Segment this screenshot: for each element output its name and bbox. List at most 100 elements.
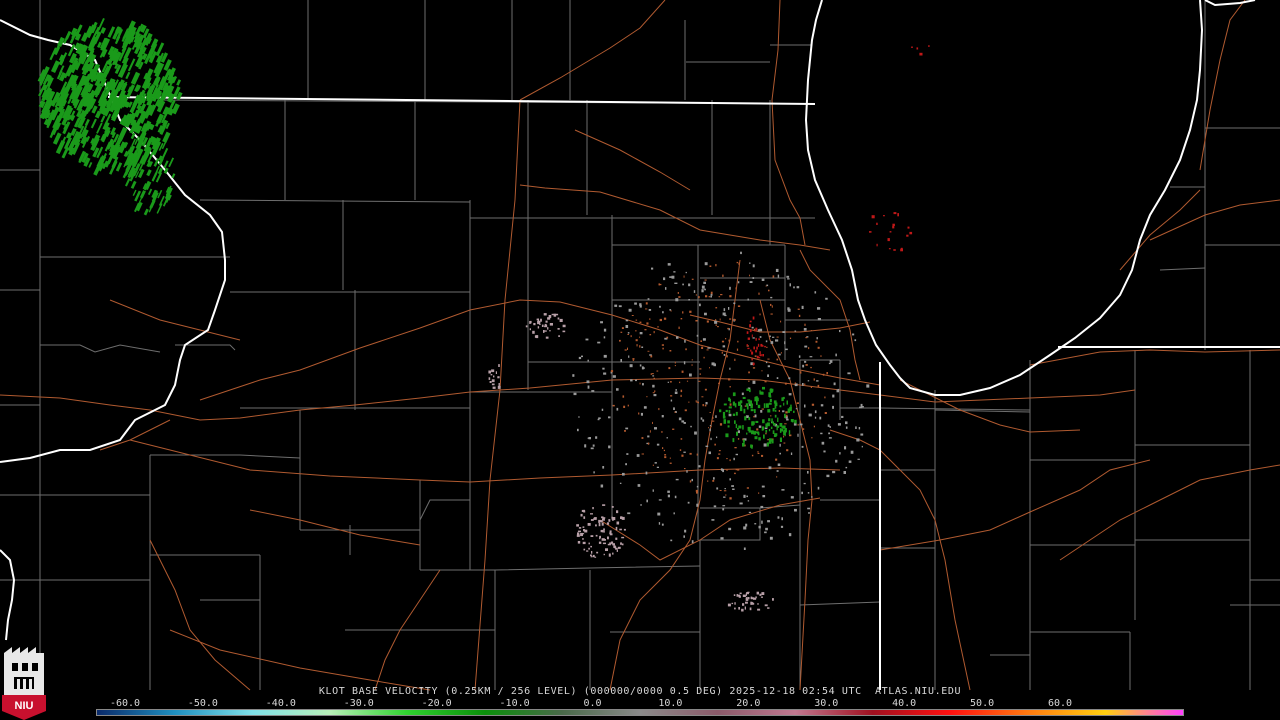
radar-echo — [752, 367, 756, 369]
radar-echo — [698, 296, 700, 299]
radar-echo — [666, 437, 668, 439]
radar-echo — [669, 462, 672, 464]
radar-echo — [707, 480, 709, 482]
radar-echo — [592, 507, 594, 510]
radar-echo — [811, 496, 813, 498]
radar-echo — [611, 506, 614, 508]
radar-echo — [701, 346, 704, 349]
radar-echo — [652, 489, 654, 492]
radar-echo — [612, 517, 616, 521]
radar-echo — [622, 472, 625, 476]
radar-echo — [833, 382, 836, 386]
radar-echo — [681, 454, 684, 457]
radar-echo — [750, 602, 754, 605]
radar-echo — [768, 441, 772, 444]
radar-echo — [754, 330, 756, 332]
radar-echo — [620, 359, 622, 362]
radar-echo — [754, 436, 758, 440]
radar-echo — [626, 453, 629, 455]
radar-echo — [761, 485, 765, 488]
radar-echo — [893, 212, 897, 215]
radar-echo — [804, 323, 806, 326]
colorbar-tick-label: -40.0 — [265, 698, 296, 709]
radar-echo — [781, 489, 785, 491]
radar-echo — [805, 337, 808, 339]
radar-echo — [649, 334, 652, 336]
radar-echo — [559, 318, 563, 322]
radar-echo — [768, 392, 771, 397]
radar-echo — [533, 323, 536, 326]
radar-echo — [580, 513, 583, 517]
radar-echo — [674, 391, 678, 394]
radar-echo — [691, 478, 693, 482]
radar-echo — [765, 361, 768, 364]
radar-echo — [777, 274, 780, 278]
radar-echo — [802, 364, 805, 368]
radar-echo — [688, 401, 690, 403]
radar-echo — [662, 347, 664, 350]
radar-echo — [657, 512, 661, 516]
radar-echo — [710, 295, 712, 298]
radar-echo — [911, 46, 913, 48]
radar-echo — [761, 592, 765, 595]
radar-echo — [747, 597, 750, 600]
radar-echo — [803, 482, 806, 485]
radar-echo — [732, 392, 736, 397]
radar-echo — [762, 354, 764, 357]
radar-echo — [722, 312, 726, 316]
radar-echo — [627, 334, 629, 335]
radar-echo — [722, 415, 726, 419]
radar-echo — [676, 336, 679, 339]
radar-echo — [770, 426, 773, 429]
radar-echo — [616, 407, 619, 411]
radar-echo — [785, 348, 788, 351]
radar-echo — [669, 381, 672, 383]
radar-echo — [645, 302, 648, 305]
radar-echo — [545, 320, 548, 323]
radar-echo — [696, 401, 699, 403]
radar-echo — [699, 303, 701, 307]
radar-echo — [684, 468, 686, 470]
radar-echo — [776, 476, 778, 478]
radar-echo — [817, 307, 821, 310]
radar-echo — [801, 491, 803, 495]
radar-echo — [731, 485, 734, 487]
radar-echo — [744, 416, 747, 421]
radar-echo — [726, 355, 728, 358]
radar-echo — [699, 373, 701, 375]
radar-echo — [639, 336, 641, 338]
radar-echo — [750, 349, 752, 352]
radar-echo — [612, 375, 616, 378]
radar-echo — [712, 479, 715, 482]
radar-echo — [591, 551, 593, 554]
radar-echo — [783, 442, 786, 444]
radar-echo — [835, 353, 837, 357]
radar-echo — [759, 328, 763, 332]
radar-echo — [650, 373, 652, 375]
radar-echo — [701, 289, 704, 293]
radar-echo — [777, 463, 781, 466]
radar-echo — [598, 541, 602, 544]
radar-echo — [718, 450, 721, 452]
radar-echo — [783, 435, 785, 438]
radar-echo — [630, 379, 633, 382]
radar-echo — [745, 601, 748, 604]
radar-echo — [786, 449, 789, 452]
radar-echo — [823, 450, 826, 453]
radar-echo — [802, 383, 804, 386]
radar-echo — [663, 277, 666, 281]
radar-echo — [497, 385, 501, 389]
radar-echo — [602, 367, 605, 370]
radar-echo — [783, 429, 787, 433]
radar-echo — [675, 389, 677, 391]
radar-echo — [618, 305, 622, 308]
radar-echo — [587, 359, 589, 362]
radar-echo — [628, 308, 632, 312]
radar-echo — [615, 547, 618, 550]
radar-echo — [616, 521, 620, 525]
radar-echo — [774, 414, 777, 418]
radar-echo — [653, 394, 657, 397]
radar-echo — [678, 326, 680, 329]
radar-echo — [788, 430, 791, 435]
colorbar-tick-label: -50.0 — [187, 698, 218, 709]
